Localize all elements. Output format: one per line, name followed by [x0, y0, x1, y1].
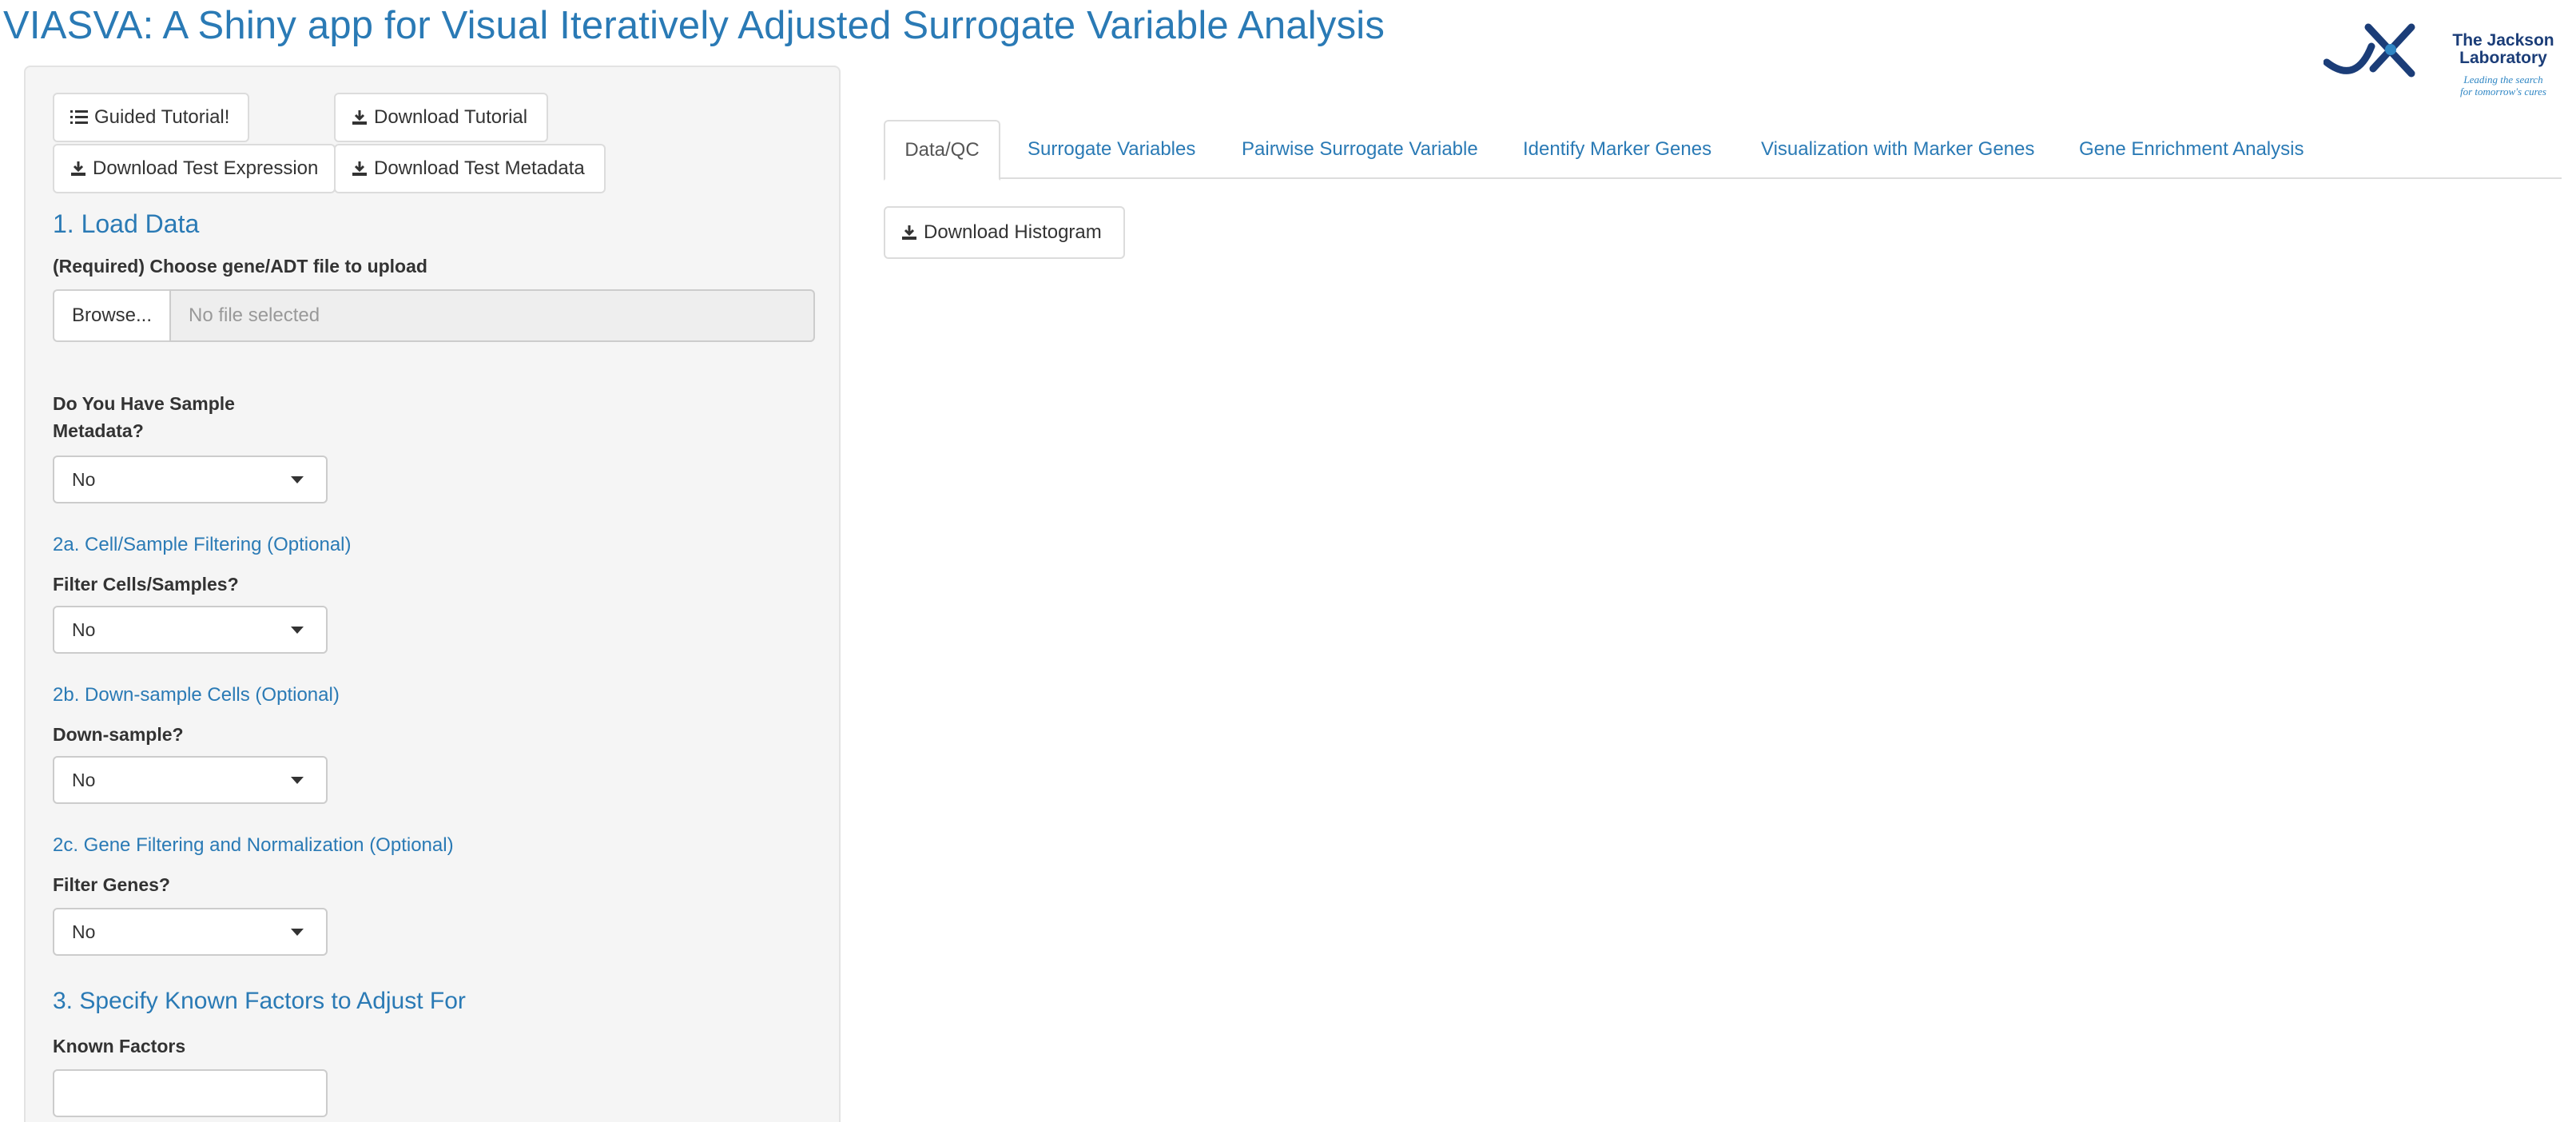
page: VIASVA: A Shiny app for Visual Iterative… [0, 0, 2576, 1122]
caret-down-icon [291, 627, 304, 634]
tab-gene-enrichment-analysis[interactable]: Gene Enrichment Analysis [2079, 120, 2304, 179]
caret-down-icon [291, 929, 304, 936]
app-title: VIASVA: A Shiny app for Visual Iterative… [3, 4, 1385, 47]
tab-identify-marker-genes[interactable]: Identify Marker Genes [1523, 120, 1711, 179]
download-tutorial-label: Download Tutorial [374, 106, 528, 128]
main-tabs: Data/QC Surrogate Variables Pairwise Sur… [884, 120, 2562, 181]
load-data-heading: 1. Load Data [53, 209, 200, 238]
download-tutorial-button[interactable]: Download Tutorial [334, 93, 548, 142]
file-upload: Browse... No file selected [53, 289, 815, 342]
download-icon [352, 161, 368, 177]
guided-tutorial-label: Guided Tutorial! [94, 106, 230, 128]
filter-cells-select-value: No [72, 619, 96, 640]
download-test-expression-button[interactable]: Download Test Expression [53, 144, 336, 193]
metadata-label-line1: Do You Have Sample [53, 393, 235, 414]
download-test-expression-label: Download Test Expression [93, 157, 319, 179]
filter-genes-select-value: No [72, 921, 96, 942]
sidebar-panel: Guided Tutorial! Download Tutorial Downl… [24, 66, 841, 1122]
download-test-metadata-label: Download Test Metadata [374, 157, 585, 179]
tab-data-qc[interactable]: Data/QC [884, 120, 1000, 181]
download-icon [70, 161, 86, 177]
logo-name-line1: The Jackson [2452, 31, 2554, 50]
logo-tagline-line1: Leading the search [2463, 74, 2543, 86]
filter-genes-label: Filter Genes? [53, 874, 170, 895]
metadata-label: Do You Have Sample Metadata? [53, 390, 235, 444]
guided-tutorial-button[interactable]: Guided Tutorial! [53, 93, 249, 142]
downsample-label: Down-sample? [53, 724, 184, 745]
logo-name-line2: Laboratory [2459, 49, 2547, 67]
download-histogram-button[interactable]: Download Histogram [884, 206, 1125, 259]
metadata-label-line2: Metadata? [53, 420, 144, 441]
caret-down-icon [291, 777, 304, 784]
file-upload-label: (Required) Choose gene/ADT file to uploa… [53, 256, 427, 277]
download-histogram-label: Download Histogram [924, 221, 1102, 243]
known-factors-label: Known Factors [53, 1036, 186, 1056]
download-test-metadata-button[interactable]: Download Test Metadata [334, 144, 606, 193]
jax-logo-icon [2324, 23, 2415, 78]
browse-button[interactable]: Browse... [53, 289, 169, 342]
caret-down-icon [291, 476, 304, 483]
cell-filtering-heading: 2a. Cell/Sample Filtering (Optional) [53, 534, 352, 555]
metadata-select-value: No [72, 468, 96, 490]
known-factors-input[interactable] [53, 1069, 328, 1117]
download-icon [901, 225, 917, 241]
metadata-select[interactable]: No [53, 456, 328, 503]
filter-genes-select[interactable]: No [53, 908, 328, 956]
file-name-field[interactable]: No file selected [169, 289, 815, 342]
tab-pairwise-surrogate-variable[interactable]: Pairwise Surrogate Variable [1242, 120, 1478, 179]
downsample-select[interactable]: No [53, 756, 328, 804]
filter-cells-select[interactable]: No [53, 606, 328, 654]
logo-tagline-line2: for tomorrow's cures [2460, 86, 2546, 97]
downsample-select-value: No [72, 769, 96, 790]
list-icon [70, 109, 88, 125]
tab-surrogate-variables[interactable]: Surrogate Variables [1028, 120, 1195, 179]
download-icon [352, 109, 368, 125]
jackson-lab-logo: The Jackson Laboratory Leading the searc… [2324, 22, 2563, 102]
tab-visualization-marker-genes[interactable]: Visualization with Marker Genes [1761, 120, 2034, 179]
logo-tagline: Leading the search for tomorrow's cures [2443, 74, 2563, 97]
logo-name: The Jackson Laboratory [2443, 32, 2563, 67]
known-factors-heading: 3. Specify Known Factors to Adjust For [53, 988, 466, 1014]
downsample-heading: 2b. Down-sample Cells (Optional) [53, 684, 340, 706]
gene-filtering-heading: 2c. Gene Filtering and Normalization (Op… [53, 834, 454, 856]
filter-cells-label: Filter Cells/Samples? [53, 574, 239, 595]
